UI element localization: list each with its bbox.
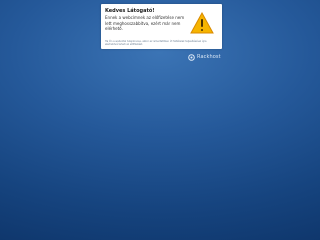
brand-logo: Rackhost: [188, 53, 222, 61]
brand-name: Rackhost: [197, 54, 221, 60]
warning-icon: [190, 12, 214, 34]
notice-message: Ennek a webcímnek az előfizetése nem let…: [105, 15, 185, 31]
notice-small-print: Ha Ön a weboldal tulajdonosa, akkor az i…: [105, 40, 207, 47]
notice-title: Kedves Látogató!: [105, 8, 155, 14]
brand-logo-icon: [188, 53, 195, 61]
